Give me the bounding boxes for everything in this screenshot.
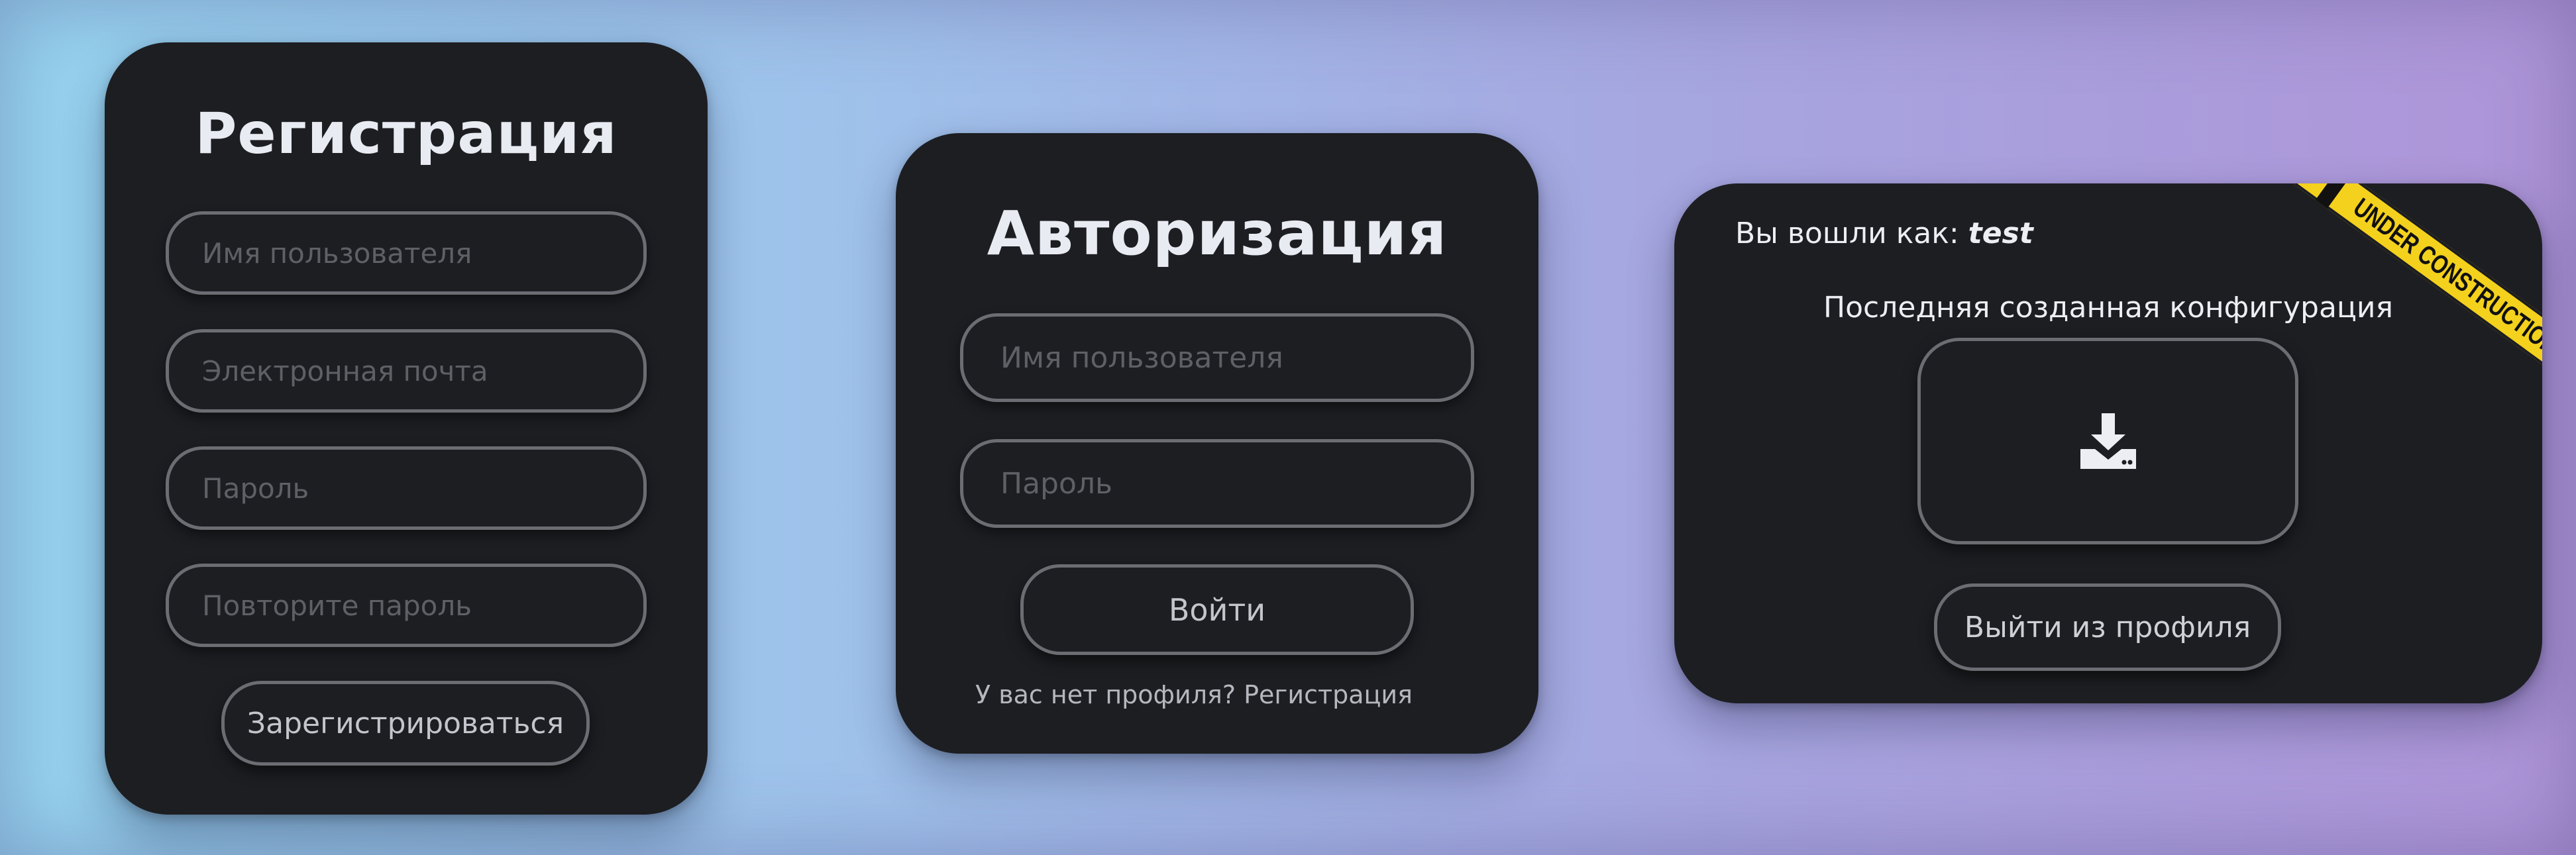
register-username-field[interactable]: [166, 211, 647, 295]
login-password-input[interactable]: [963, 466, 1471, 501]
register-email-field[interactable]: [166, 329, 647, 413]
login-username-input[interactable]: [963, 340, 1471, 375]
last-config-label: Последняя созданная конфигурация: [1823, 291, 2393, 325]
register-link[interactable]: Регистрация: [1244, 680, 1413, 709]
login-submit-button[interactable]: Войти: [1020, 564, 1414, 655]
ribbon-text: UNDER CONSTRUCTION: [2348, 192, 2542, 361]
download-config-button[interactable]: [1917, 338, 2298, 544]
no-profile-line: У вас нет профиля? Регистрация: [975, 680, 1413, 709]
logged-in-line: Вы вошли как: test: [1735, 217, 2033, 250]
logged-in-username: test: [1968, 217, 2033, 250]
register-repeat-password-input[interactable]: [169, 589, 643, 622]
login-username-field[interactable]: [960, 313, 1474, 402]
profile-card: Вы вошли как: test Последняя созданная к…: [1674, 183, 2542, 703]
register-password-field[interactable]: [166, 446, 647, 530]
logged-in-label: Вы вошли как:: [1735, 217, 1959, 250]
registration-title: Регистрация: [195, 101, 617, 167]
register-username-input[interactable]: [169, 236, 643, 270]
registration-card: Регистрация Зарегистрироваться: [105, 42, 708, 815]
register-submit-button[interactable]: Зарегистрироваться: [221, 681, 590, 766]
login-title: Авторизация: [987, 198, 1448, 269]
login-card: Авторизация Войти У вас нет профиля? Рег…: [896, 133, 1538, 754]
no-profile-text: У вас нет профиля?: [975, 680, 1236, 709]
register-repeat-password-field[interactable]: [166, 564, 647, 647]
register-email-input[interactable]: [169, 354, 643, 387]
register-password-input[interactable]: [169, 472, 643, 505]
login-password-field[interactable]: [960, 439, 1474, 528]
logout-button[interactable]: Выйти из профиля: [1934, 583, 2281, 671]
under-construction-ribbon: UNDER CONSTRUCTION: [2264, 183, 2542, 395]
download-icon: [2080, 413, 2136, 469]
